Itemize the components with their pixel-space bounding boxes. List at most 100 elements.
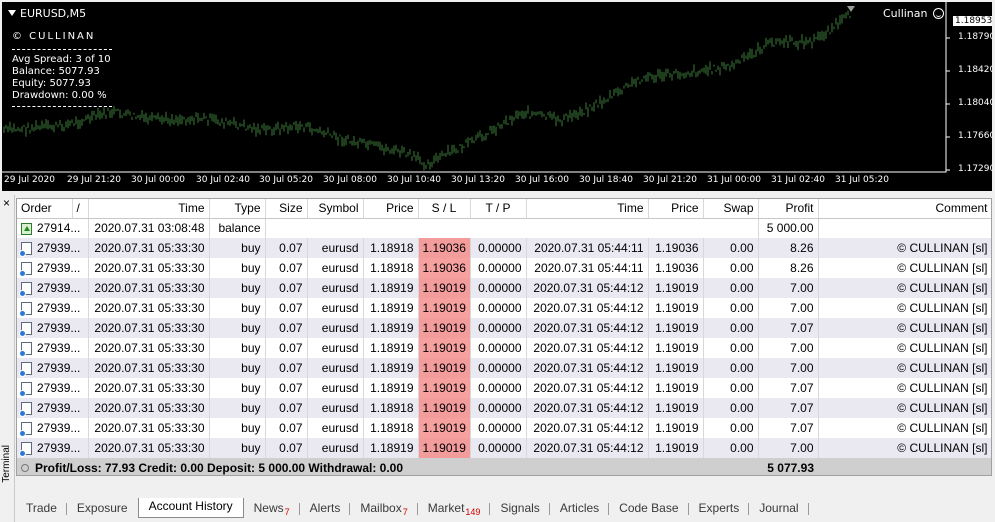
table-row[interactable]: 27939... 2020.07.31 05:33:30 buy 0.07 eurusd…: [17, 378, 991, 398]
tab-trade[interactable]: Trade: [16, 500, 67, 518]
tab-exposure[interactable]: Exposure: [67, 500, 138, 518]
symbol-cell: eurusd: [307, 378, 364, 398]
chart-menu-triangle-icon[interactable]: [8, 10, 16, 16]
column-header-open-time[interactable]: Time: [88, 199, 210, 219]
size-cell: 0.07: [265, 238, 308, 258]
price-chart[interactable]: EURUSD,M5 Cullinan © CULLINAN Avg Spread…: [2, 2, 992, 191]
stop-loss-cell: 1.19019: [418, 298, 471, 318]
time-scale-label: 30 Jul 05:20: [259, 175, 313, 185]
order-id: 27939...: [37, 421, 81, 435]
tab-mailbox[interactable]: Mailbox7: [350, 500, 419, 518]
divider: [12, 106, 112, 107]
close-time-cell: 2020.07.31 05:44:12: [526, 298, 649, 318]
info-value: 5077.93: [49, 78, 91, 89]
column-header-profit[interactable]: Profit: [758, 199, 819, 219]
current-price-label: 1.18953: [953, 16, 992, 26]
column-header-price[interactable]: Price: [363, 199, 419, 219]
time-scale-label: 30 Jul 21:20: [643, 175, 697, 185]
tab-signals[interactable]: Signals: [490, 500, 551, 518]
balance-type: balance: [209, 218, 266, 238]
divider: [12, 49, 112, 50]
tab-market[interactable]: Market149: [418, 500, 491, 518]
column-header-sort[interactable]: /: [72, 199, 89, 219]
stop-loss-cell: 1.19036: [418, 238, 471, 258]
order-id: 27939...: [37, 261, 81, 275]
column-header-close-price[interactable]: Price: [648, 199, 704, 219]
order-cell: 27939...: [17, 338, 89, 358]
profit-cell: 7.07: [758, 418, 819, 438]
size-cell: 0.07: [265, 278, 308, 298]
table-row[interactable]: 27939... 2020.07.31 05:33:30 buy 0.07 eurusd…: [17, 258, 991, 278]
order-cell: 27939...: [17, 438, 89, 458]
table-row[interactable]: 27939... 2020.07.31 05:33:30 buy 0.07 eurusd…: [17, 318, 991, 338]
table-header-row: Order / Time Type Size Symbol Price S / …: [17, 199, 991, 219]
close-icon[interactable]: ×: [3, 197, 10, 209]
symbol-cell: eurusd: [307, 298, 364, 318]
open-time-cell: 2020.07.31 05:33:30: [88, 278, 210, 298]
tab-journal[interactable]: Journal: [749, 500, 809, 518]
column-header-close-time[interactable]: Time: [526, 199, 649, 219]
type-cell: buy: [209, 318, 266, 338]
table-row[interactable]: 27939... 2020.07.31 05:33:30 buy 0.07 eurusd…: [17, 358, 991, 378]
table-row[interactable]: 27939... 2020.07.31 05:33:30 buy 0.07 eurusd…: [17, 338, 991, 358]
open-price-cell: 1.18919: [363, 438, 419, 458]
table-row[interactable]: 27939... 2020.07.31 05:33:30 buy 0.07 eurusd…: [17, 298, 991, 318]
expert-advisor-label[interactable]: Cullinan: [883, 7, 944, 20]
stop-loss-cell: 1.19019: [418, 438, 471, 458]
info-label: Drawdown:: [12, 90, 69, 101]
symbol-cell: eurusd: [307, 318, 364, 338]
column-header-symbol[interactable]: Symbol: [307, 199, 364, 219]
open-time-cell: 2020.07.31 05:33:30: [88, 378, 210, 398]
info-row-equity: Equity: 5077.93: [12, 78, 112, 90]
table-row[interactable]: 27939... 2020.07.31 05:33:30 buy 0.07 eurusd…: [17, 418, 991, 438]
close-price-cell: 1.19019: [648, 418, 704, 438]
close-price-cell: 1.19019: [648, 298, 704, 318]
chart-symbol-title[interactable]: EURUSD,M5: [8, 7, 86, 20]
plot-frame: [2, 2, 947, 173]
type-cell: buy: [209, 398, 266, 418]
closed-order-icon: [19, 402, 32, 417]
tab-account-history[interactable]: Account History: [137, 498, 244, 518]
terminal-tabs: Trade Exposure Account History News7 Alerts M…: [16, 496, 992, 518]
column-header-type[interactable]: Type: [209, 199, 266, 219]
close-price-cell: 1.19019: [648, 398, 704, 418]
take-profit-cell: 0.00000: [470, 438, 527, 458]
column-header-sl[interactable]: S / L: [418, 199, 471, 219]
open-price-cell: 1.18919: [363, 318, 419, 338]
history-table: Order / Time Type Size Symbol Price S / …: [17, 199, 991, 475]
take-profit-cell: 0.00000: [470, 238, 527, 258]
time-scale-label: 30 Jul 00:00: [131, 175, 185, 185]
table-row[interactable]: 27939... 2020.07.31 05:33:30 buy 0.07 eurusd…: [17, 438, 991, 458]
open-time-cell: 2020.07.31 05:33:30: [88, 418, 210, 438]
column-header-tp[interactable]: T / P: [470, 199, 527, 219]
balance-time: 2020.07.31 03:08:48: [88, 218, 210, 238]
tab-articles[interactable]: Articles: [550, 500, 610, 518]
order-id: 27939...: [37, 401, 81, 415]
balance-row[interactable]: 27914... 2020.07.31 03:08:48 balance 5 0…: [17, 218, 991, 238]
summary-cell: Profit/Loss: 77.93 Credit: 0.00 Deposit:…: [17, 458, 758, 475]
column-header-swap[interactable]: Swap: [703, 199, 759, 219]
symbol-cell: eurusd: [307, 278, 364, 298]
open-price-cell: 1.18919: [363, 338, 419, 358]
closed-order-icon: [19, 422, 32, 437]
account-history-grid[interactable]: Order / Time Type Size Symbol Price S / …: [16, 198, 992, 476]
column-header-comment[interactable]: Comment: [818, 199, 991, 219]
time-scale-label: 30 Jul 18:40: [579, 175, 633, 185]
table-row[interactable]: 27939... 2020.07.31 05:33:30 buy 0.07 eurusd…: [17, 238, 991, 258]
tab-alerts[interactable]: Alerts: [300, 500, 351, 518]
empty-cells: [265, 218, 759, 238]
swap-cell: 0.00: [703, 358, 759, 378]
time-scale-label: 31 Jul 05:20: [835, 175, 889, 185]
column-header-size[interactable]: Size: [265, 199, 308, 219]
tab-news[interactable]: News7: [244, 500, 300, 518]
comment-cell: © CULLINAN [sl]: [818, 378, 991, 398]
column-header-order[interactable]: Order: [17, 199, 73, 219]
tab-experts[interactable]: Experts: [689, 500, 750, 518]
type-cell: buy: [209, 418, 266, 438]
table-row[interactable]: 27939... 2020.07.31 05:33:30 buy 0.07 eurusd…: [17, 398, 991, 418]
table-row[interactable]: 27939... 2020.07.31 05:33:30 buy 0.07 eurusd…: [17, 278, 991, 298]
tab-label: Exposure: [76, 501, 128, 515]
chart-canvas[interactable]: [2, 2, 992, 191]
tab-code-base[interactable]: Code Base: [609, 500, 689, 518]
profit-cell: 7.07: [758, 318, 819, 338]
